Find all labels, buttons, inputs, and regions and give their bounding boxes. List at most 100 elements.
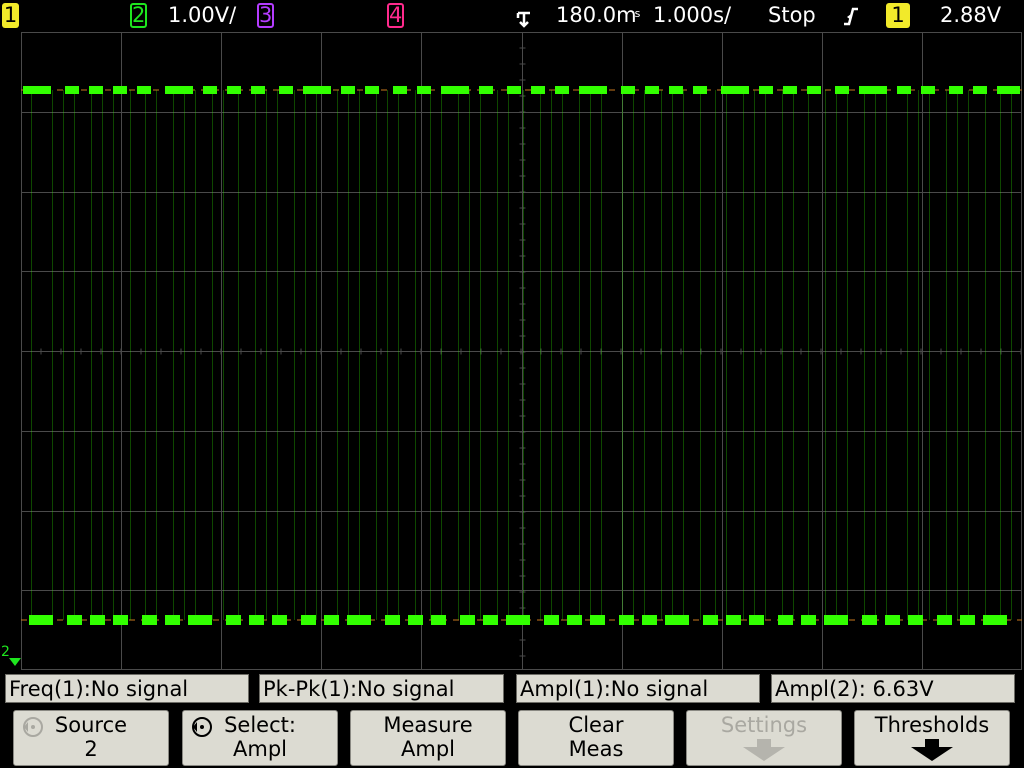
trace-low-segment	[347, 615, 371, 625]
trace-low-segment	[665, 615, 689, 625]
submenu-arrow-icon	[743, 739, 785, 761]
trace-high-segment	[859, 86, 887, 94]
trace-high-segment	[555, 86, 569, 94]
submenu-arrow-icon	[911, 739, 953, 761]
settings-softkey-label: Settings	[720, 713, 808, 737]
trace-high-segment	[341, 86, 355, 94]
trace-low-segment	[385, 615, 400, 625]
trace-high-segment	[973, 86, 987, 94]
measure-softkey[interactable]: Measure Ampl	[350, 710, 506, 766]
status-bar: 1 2 1.00V/ 3 4 180.0ms 1.000s/ Stop 1 2.…	[0, 0, 1024, 32]
trigger-delay-value: 180.0ms	[556, 3, 642, 28]
trace-high-segment	[721, 86, 749, 94]
thresholds-softkey[interactable]: Thresholds	[854, 710, 1010, 766]
trace-high-segment	[897, 86, 911, 94]
softkey-row: Source 2 Select: Ampl Measure Ampl Clear…	[0, 708, 1024, 768]
trace-high-segment	[303, 86, 331, 94]
trace-low-segment	[983, 615, 1007, 625]
source-softkey-label: Source	[54, 713, 128, 737]
trace-high-segment	[783, 86, 797, 94]
measurement-freq-ch1: Freq(1):No signal	[5, 674, 249, 703]
channel-4-indicator[interactable]: 4	[387, 3, 404, 28]
measure-softkey-label: Measure	[383, 713, 473, 737]
trace-low-segment	[408, 615, 423, 625]
trace-high-segment	[393, 86, 407, 94]
measurement-ampl-ch1: Ampl(1):No signal	[516, 674, 760, 703]
trace-low-segment	[431, 615, 446, 625]
trace-high-segment	[137, 86, 151, 94]
measurement-pkpk-ch1: Pk-Pk(1):No signal	[259, 674, 504, 703]
trace-low-segment	[567, 615, 582, 625]
trace-high-segment	[835, 86, 849, 94]
trace-low-segment	[460, 615, 475, 625]
trace-high-segment	[165, 86, 193, 94]
trace-low-segment	[590, 615, 605, 625]
trace-high-segment	[669, 86, 683, 94]
trace-low-segment	[90, 615, 105, 625]
trace-low-segment	[960, 615, 975, 625]
trace-high-segment	[579, 86, 607, 94]
trace-low-segment	[165, 615, 180, 625]
trace-low-segment	[113, 615, 128, 625]
select-softkey-label: Select:	[224, 713, 296, 737]
run-state[interactable]: Stop	[768, 3, 816, 28]
trace-low-segment	[226, 615, 241, 625]
trace-low-segment	[67, 615, 82, 625]
trace-low-segment	[324, 615, 339, 625]
thresholds-softkey-label: Thresholds	[874, 713, 990, 737]
trace-high-segment	[807, 86, 821, 94]
trace-low-segment	[885, 615, 900, 625]
trigger-source-indicator[interactable]: 1	[886, 3, 910, 28]
trace-low-segment	[188, 615, 212, 625]
channel-2-indicator[interactable]: 2	[130, 3, 147, 28]
trigger-level-value: 2.88V	[940, 3, 1002, 27]
settings-softkey[interactable]: Settings	[686, 710, 842, 766]
trace-low-segment	[272, 615, 287, 625]
trace-low-segment	[824, 615, 848, 625]
trace-high-segment	[417, 86, 431, 94]
source-softkey[interactable]: Source 2	[13, 710, 169, 766]
channel-3-indicator[interactable]: 3	[257, 3, 274, 28]
trace-high-segment	[531, 86, 545, 94]
trace-low-segment	[483, 615, 498, 625]
channel-2-scale: 1.00V/	[168, 3, 237, 27]
trace-low-segment	[778, 615, 793, 625]
channel-2-ground-label: 2	[1, 644, 10, 660]
trace-low-segment	[862, 615, 877, 625]
trigger-delay-icon	[516, 11, 530, 28]
trace-low-segment	[301, 615, 316, 625]
source-softkey-value: 2	[84, 737, 98, 761]
trace-high-segment	[65, 86, 79, 94]
trace-low-segment	[506, 615, 530, 625]
trace-high-segment	[949, 86, 963, 94]
trace-low-segment	[249, 615, 264, 625]
trace-high-segment	[23, 86, 51, 94]
trace-high-segment	[227, 86, 241, 94]
waveform-display[interactable]	[21, 32, 1022, 670]
clear-softkey-label: Clear	[568, 713, 624, 737]
trace-high-segment	[365, 86, 379, 94]
trace-high-segment	[89, 86, 103, 94]
trace-high-segment	[251, 86, 265, 94]
trace-low-segment	[142, 615, 157, 625]
trace-high-segment	[759, 86, 773, 94]
channel-1-indicator[interactable]: 1	[2, 3, 19, 28]
trace-low-segment	[703, 615, 718, 625]
select-softkey[interactable]: Select: Ampl	[182, 710, 338, 766]
timebase-value: 1.000s/	[653, 3, 732, 27]
trace-high-segment	[113, 86, 127, 94]
trace-high-segment	[507, 86, 521, 94]
trace-high-segment	[203, 86, 217, 94]
trace-high-segment	[921, 86, 935, 94]
channel-2-ground-marker[interactable]: 2	[0, 645, 21, 670]
graticule	[21, 32, 1022, 670]
measurement-ampl-ch2: Ampl(2): 6.63V	[771, 674, 1015, 703]
trace-high-segment	[693, 86, 707, 94]
trigger-delay-number: 180.0m	[556, 3, 637, 27]
trace-high-segment	[997, 86, 1020, 94]
trace-low-segment	[726, 615, 741, 625]
measurement-bar: Freq(1):No signal Pk-Pk(1):No signal Amp…	[0, 670, 1024, 708]
ground-arrow-icon	[9, 658, 21, 666]
clear-meas-softkey[interactable]: Clear Meas	[518, 710, 674, 766]
trace-low-segment	[544, 615, 559, 625]
